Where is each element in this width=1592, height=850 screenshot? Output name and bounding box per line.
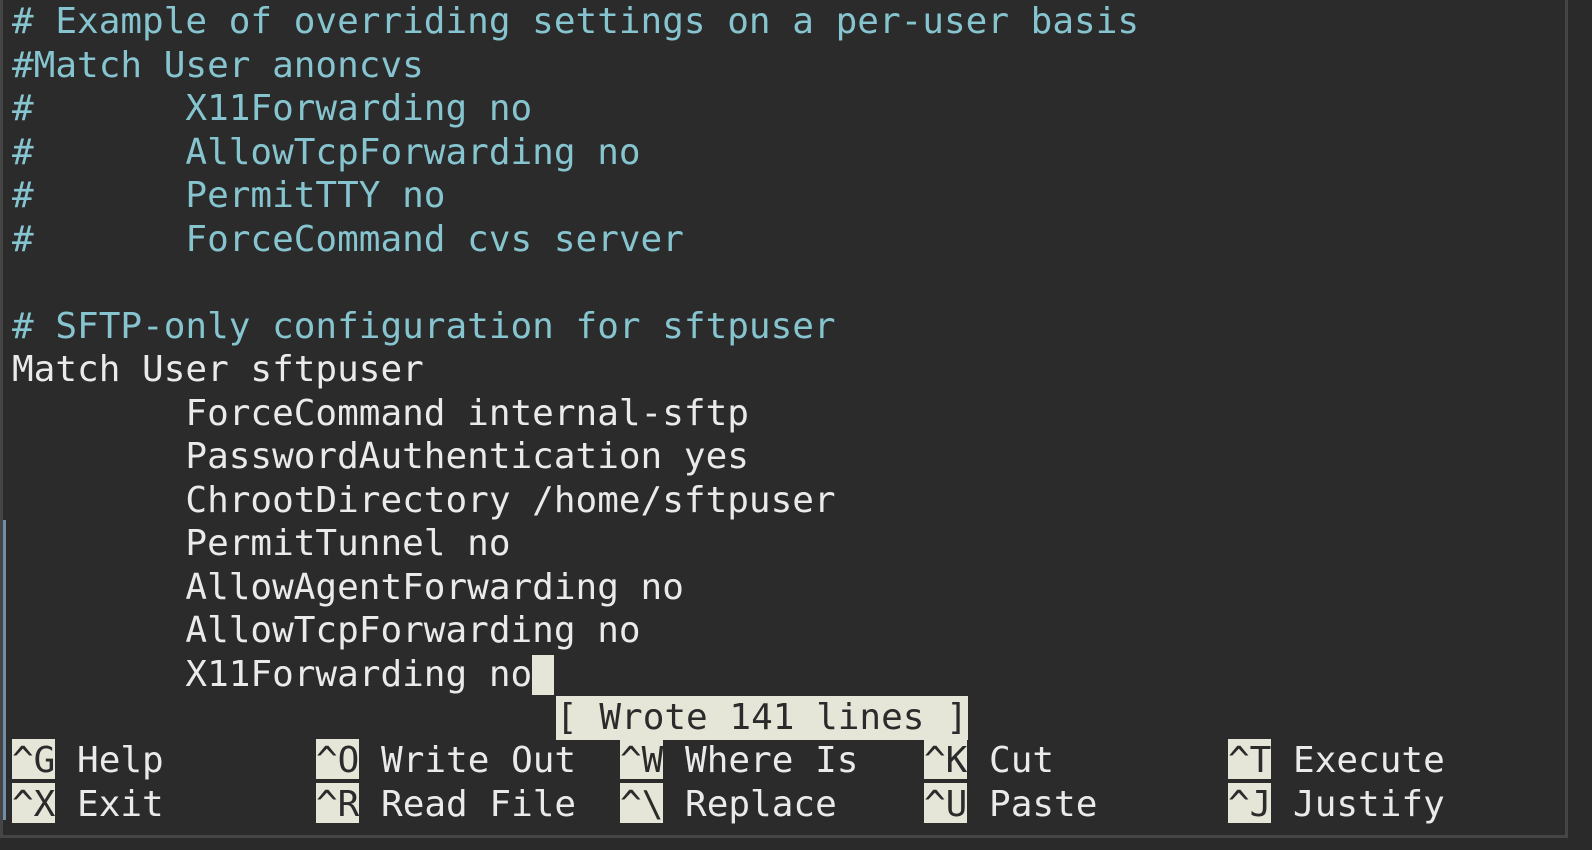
shortcut-key: ^U — [924, 782, 968, 825]
shortcut-help[interactable]: ^G Help — [12, 739, 164, 783]
editor-line[interactable]: #Match User anoncvs — [12, 44, 1139, 88]
editor-line[interactable] — [12, 261, 1139, 305]
nano-terminal-window[interactable]: # Example of overriding settings on a pe… — [0, 0, 1568, 838]
shortcut-row-2: ^X Exit ^R Read File ^\ Replace ^U Paste… — [12, 782, 1445, 827]
editor-line[interactable]: PasswordAuthentication yes — [12, 435, 1139, 479]
editor-line[interactable]: ForceCommand internal-sftp — [12, 392, 1139, 436]
shortcut-label: Justify — [1271, 783, 1445, 825]
editor-line[interactable]: AllowAgentForwarding no — [12, 566, 1139, 610]
editor-line[interactable]: PermitTunnel no — [12, 522, 1139, 566]
shortcut-label: Exit — [55, 783, 164, 825]
text-cursor — [532, 654, 554, 695]
editor-line[interactable]: # SFTP-only configuration for sftpuser — [12, 305, 1139, 349]
shortcut-cut[interactable]: ^K Cut — [924, 739, 1054, 783]
shortcut-execute[interactable]: ^T Execute — [1228, 739, 1445, 783]
shortcut-key: ^G — [12, 739, 56, 781]
editor-line[interactable]: Match User sftpuser — [12, 348, 1139, 392]
shortcut-key: ^O — [316, 739, 360, 781]
shortcut-key: ^\ — [620, 782, 664, 825]
editor-line[interactable]: # AllowTcpForwarding no — [12, 131, 1139, 175]
shortcut-label: Where Is — [663, 740, 859, 781]
editor-line[interactable]: # X11Forwarding no — [12, 87, 1139, 131]
shortcut-key: ^T — [1228, 739, 1272, 781]
scroll-indicator — [3, 520, 6, 820]
shortcut-read-file[interactable]: ^R Read File — [316, 782, 577, 827]
shortcut-label: Read File — [359, 783, 577, 825]
editor-line[interactable]: AllowTcpForwarding no — [12, 609, 1139, 653]
editor-line[interactable]: # Example of overriding settings on a pe… — [12, 0, 1139, 44]
editor-line[interactable]: # ForceCommand cvs server — [12, 218, 1139, 262]
shortcut-label: Cut — [967, 740, 1055, 781]
editor-line[interactable]: # PermitTTY no — [12, 174, 1139, 218]
shortcut-where-is[interactable]: ^W Where Is — [620, 739, 858, 783]
editor-line-text: X11Forwarding no — [12, 653, 533, 695]
shortcut-label: Help — [55, 740, 164, 781]
shortcut-row-1: ^G Help ^O Write Out ^W Where Is ^K Cut … — [12, 739, 1445, 783]
editor-line-current[interactable]: X11Forwarding no — [12, 653, 1139, 697]
shortcut-label: Paste — [967, 783, 1098, 825]
shortcut-label: Write Out — [359, 740, 577, 781]
status-bar: [ Wrote 141 lines ] — [3, 696, 1565, 740]
shortcut-paste[interactable]: ^U Paste — [924, 782, 1098, 827]
shortcut-write-out[interactable]: ^O Write Out — [316, 739, 576, 783]
shortcut-key: ^R — [316, 782, 360, 825]
shortcut-key: ^J — [1228, 782, 1272, 825]
shortcut-exit[interactable]: ^X Exit — [12, 782, 164, 827]
shortcut-label: Execute — [1271, 740, 1445, 781]
shortcut-label: Replace — [663, 783, 837, 825]
editor-text-area[interactable]: # Example of overriding settings on a pe… — [12, 0, 1139, 696]
shortcut-key: ^W — [620, 739, 664, 781]
status-message: [ Wrote 141 lines ] — [556, 696, 968, 740]
shortcut-key: ^X — [12, 782, 56, 825]
shortcut-key: ^K — [924, 739, 968, 781]
editor-line[interactable]: ChrootDirectory /home/sftpuser — [12, 479, 1139, 523]
shortcut-bar: ^G Help ^O Write Out ^W Where Is ^K Cut … — [12, 739, 1445, 827]
shortcut-justify[interactable]: ^J Justify — [1228, 782, 1445, 827]
shortcut-replace[interactable]: ^\ Replace — [620, 782, 837, 827]
